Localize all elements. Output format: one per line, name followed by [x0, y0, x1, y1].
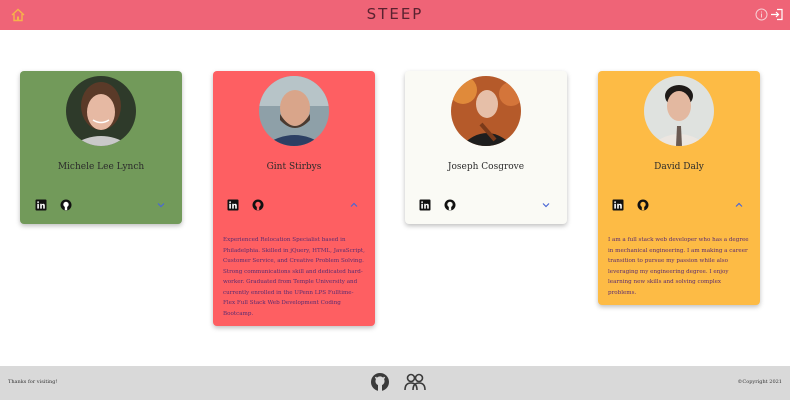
member-name: Michele Lee Lynch: [57, 162, 145, 172]
github-icon[interactable]: [444, 199, 456, 211]
chevron-down-icon[interactable]: [156, 201, 166, 209]
team-card-joseph: Joseph Cosgrove: [405, 71, 567, 224]
team-icon[interactable]: [404, 372, 426, 392]
footer-thanks: Thanks for visiting!: [8, 379, 58, 385]
team-card-david: David Daly I am a full stack web develop…: [598, 71, 760, 305]
login-icon[interactable]: [770, 8, 783, 21]
member-name: David Daly: [654, 162, 704, 172]
member-name: Joseph Cosgrove: [447, 162, 525, 172]
member-name: Gint Stirbys: [266, 162, 322, 172]
team-card-gint: Gint Stirbys Experienced Relocation Spec…: [213, 71, 375, 326]
avatar: [451, 76, 521, 146]
team-card-michele: Michele Lee Lynch: [20, 71, 182, 224]
member-bio: Experienced Relocation Specialist based …: [223, 237, 365, 317]
chevron-up-icon[interactable]: [349, 201, 359, 209]
brand-title[interactable]: STEEP: [0, 5, 790, 23]
linkedin-icon[interactable]: [227, 199, 239, 211]
footer: Thanks for visiting! ©Copyright 2021: [0, 366, 790, 400]
chevron-down-icon[interactable]: [541, 201, 551, 209]
linkedin-icon[interactable]: [35, 199, 47, 211]
linkedin-icon[interactable]: [612, 199, 624, 211]
linkedin-icon[interactable]: [419, 199, 431, 211]
info-icon[interactable]: [755, 8, 768, 21]
github-icon[interactable]: [637, 199, 649, 211]
top-navbar: STEEP: [0, 0, 790, 30]
avatar: [644, 76, 714, 146]
member-bio: I am a full stack web developer who has …: [608, 237, 749, 296]
github-icon[interactable]: [252, 199, 264, 211]
github-icon[interactable]: [370, 372, 390, 392]
footer-copyright: ©Copyright 2021: [737, 379, 782, 385]
avatar: [259, 76, 329, 146]
github-icon[interactable]: [60, 199, 72, 211]
avatar: [66, 76, 136, 146]
chevron-up-icon[interactable]: [734, 201, 744, 209]
